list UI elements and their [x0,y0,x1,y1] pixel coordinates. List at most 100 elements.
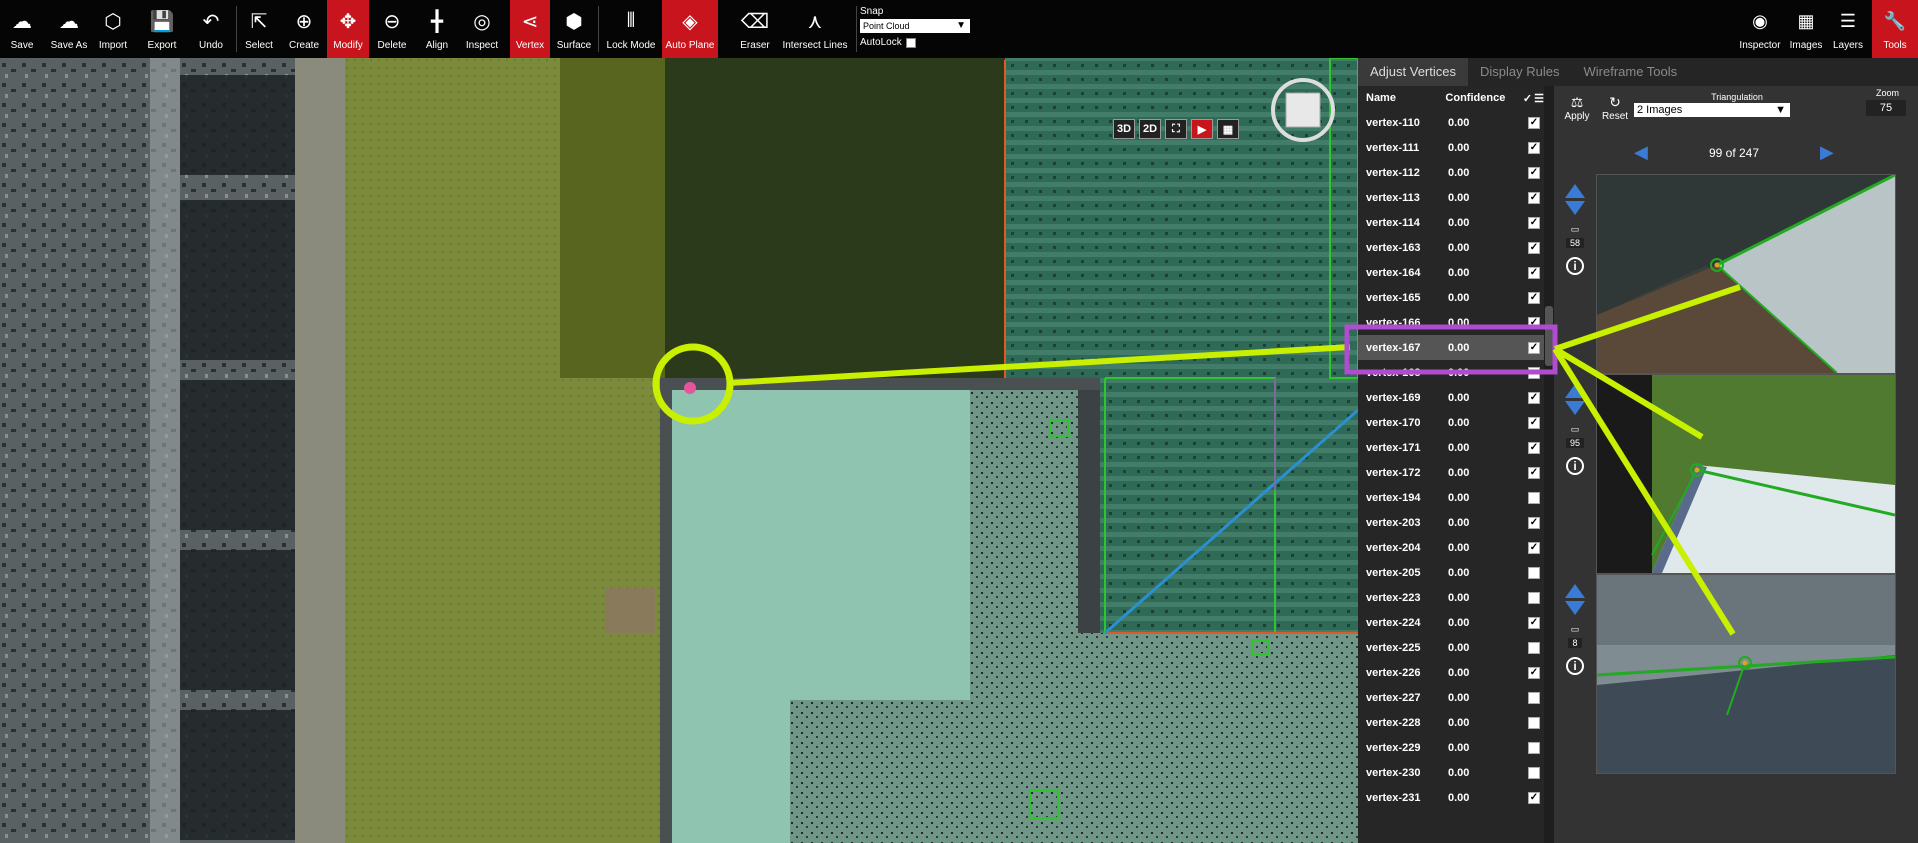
vertex-checkbox[interactable]: ✓ [1528,516,1540,529]
vertex-row[interactable]: vertex-170 0.00 ✓ [1358,410,1544,435]
delete-button[interactable]: ⊖ Delete [373,0,411,58]
monitor-icon[interactable]: ▭ [1571,424,1580,435]
vertex-row[interactable]: vertex-230 0.00 [1358,760,1544,785]
info-icon[interactable]: i [1566,657,1584,675]
point-cloud-scene[interactable] [0,58,1358,843]
vertex-row[interactable]: vertex-226 0.00 ✓ [1358,660,1544,685]
vertex-checkbox[interactable]: ✓ [1528,391,1540,404]
tab-adjust-vertices[interactable]: Adjust Vertices [1358,58,1468,86]
vertex-checkbox[interactable] [1528,766,1540,779]
vertex-row[interactable]: vertex-223 0.00 [1358,585,1544,610]
import-button[interactable]: ⬡ Import [94,0,132,58]
save-as-button[interactable]: ☁ Save As [48,0,90,58]
info-icon[interactable]: i [1566,457,1584,475]
monitor-icon[interactable]: ▭ [1571,624,1580,635]
autolock-checkbox[interactable] [905,37,916,48]
triangulation-image-1[interactable] [1596,174,1896,374]
vertex-checkbox[interactable] [1528,641,1540,654]
triangulation-select[interactable]: 2 Images ▼ [1634,103,1790,117]
vertex-row[interactable]: vertex-111 0.00 ✓ [1358,135,1544,160]
vertex-checkbox[interactable]: ✓ [1528,466,1540,479]
arrow-up-icon[interactable] [1565,584,1585,598]
apply-button[interactable]: ⚖ Apply [1562,94,1592,122]
vertex-row[interactable]: vertex-231 0.00 ✓ [1358,785,1544,810]
select-button[interactable]: ⇱ Select [240,0,278,58]
vertex-row[interactable]: vertex-167 0.00 ✓ [1358,335,1544,360]
reset-button[interactable]: ↻ Reset [1600,94,1630,122]
vertex-checkbox[interactable]: ✓ [1528,141,1540,154]
previous-image-arrow[interactable]: ◀ [1634,142,1648,163]
align-button[interactable]: ╋ Align [418,0,456,58]
vertex-row[interactable]: vertex-169 0.00 ✓ [1358,385,1544,410]
tab-display-rules[interactable]: Display Rules [1468,58,1571,86]
info-icon[interactable]: i [1566,257,1584,275]
vertex-row[interactable]: vertex-114 0.00 ✓ [1358,210,1544,235]
camera-icon[interactable]: ▶ [1191,119,1213,139]
view-2d-button[interactable]: 2D [1139,119,1161,139]
vertex-row[interactable]: vertex-205 0.00 [1358,560,1544,585]
vertex-row[interactable]: vertex-204 0.00 ✓ [1358,535,1544,560]
check-column-header[interactable]: ✓ [1523,92,1532,105]
next-image-arrow[interactable]: ▶ [1820,142,1834,163]
export-button[interactable]: 💾 Export [143,0,181,58]
layers-button[interactable]: ☰ Layers [1828,0,1868,58]
arrow-down-icon[interactable] [1565,201,1585,215]
vertex-row[interactable]: vertex-228 0.00 [1358,710,1544,735]
vertex-checkbox[interactable]: ✓ [1528,416,1540,429]
vertex-checkbox[interactable] [1528,566,1540,579]
arrow-down-icon[interactable] [1565,401,1585,415]
modify-button[interactable]: ✥ Modify [327,0,369,58]
vertex-checkbox[interactable]: ✓ [1528,616,1540,629]
vertex-checkbox[interactable]: ✓ [1528,166,1540,179]
vertex-row[interactable]: vertex-163 0.00 ✓ [1358,235,1544,260]
auto-plane-button[interactable]: ◈ Auto Plane [662,0,718,58]
vertex-checkbox[interactable]: ✓ [1528,666,1540,679]
vertex-checkbox[interactable] [1528,741,1540,754]
name-column-header[interactable]: Name [1358,92,1445,104]
vertex-row[interactable]: vertex-166 0.00 ✓ [1358,310,1544,335]
arrow-down-icon[interactable] [1565,601,1585,615]
vertex-checkbox[interactable]: ✓ [1528,266,1540,279]
vertex-row[interactable]: vertex-165 0.00 ✓ [1358,285,1544,310]
arrow-up-icon[interactable] [1565,184,1585,198]
lock-mode-button[interactable]: ⫴ Lock Mode [602,0,660,58]
triangulation-image-3[interactable] [1596,574,1896,774]
vertex-row[interactable]: vertex-110 0.00 ✓ [1358,110,1544,135]
inspect-button[interactable]: ◎ Inspect [461,0,503,58]
vertex-checkbox[interactable]: ✓ [1528,316,1540,329]
vertex-row[interactable]: vertex-112 0.00 ✓ [1358,160,1544,185]
vertex-row[interactable]: vertex-194 0.00 [1358,485,1544,510]
vertex-checkbox[interactable] [1528,716,1540,729]
intersect-lines-button[interactable]: ⋏ Intersect Lines [780,0,850,58]
vertex-checkbox[interactable]: ✓ [1528,341,1540,354]
vertex-checkbox[interactable] [1528,691,1540,704]
vertex-checkbox[interactable]: ✓ [1528,441,1540,454]
vertex-list-scrollbar[interactable] [1544,86,1554,843]
vertex-row[interactable]: vertex-113 0.00 ✓ [1358,185,1544,210]
vertex-checkbox[interactable]: ✓ [1528,191,1540,204]
vertex-row[interactable]: vertex-171 0.00 ✓ [1358,435,1544,460]
vertex-checkbox[interactable]: ✓ [1528,116,1540,129]
tools-button[interactable]: 🔧 Tools [1872,0,1918,58]
surface-button[interactable]: ⬢ Surface [553,0,595,58]
save-button[interactable]: ☁ Save [0,0,44,58]
confidence-column-header[interactable]: Confidence [1445,92,1522,104]
vertex-checkbox[interactable]: ✓ [1528,241,1540,254]
triangulation-image-2[interactable] [1596,374,1896,574]
vertex-row[interactable]: vertex-168 0.00 [1358,360,1544,385]
vertex-checkbox[interactable] [1528,366,1540,379]
snap-select[interactable]: Point Cloud ▼ [860,19,970,33]
view-3d-button[interactable]: 3D [1113,119,1135,139]
arrow-up-icon[interactable] [1565,384,1585,398]
vertex-row[interactable]: vertex-164 0.00 ✓ [1358,260,1544,285]
grid-icon[interactable]: ▦ [1217,119,1239,139]
3d-viewport[interactable]: 3D 2D ⛶ ▶ ▦ [0,58,1358,843]
inspector-button[interactable]: ◉ Inspector [1738,0,1782,58]
vertex-checkbox[interactable]: ✓ [1528,291,1540,304]
fullscreen-icon[interactable]: ⛶ [1165,119,1187,139]
vertex-button[interactable]: ⋖ Vertex [510,0,550,58]
menu-icon[interactable]: ☰ [1534,92,1544,105]
vertex-checkbox[interactable] [1528,491,1540,504]
vertex-checkbox[interactable]: ✓ [1528,541,1540,554]
undo-button[interactable]: ↶ Undo [190,0,232,58]
